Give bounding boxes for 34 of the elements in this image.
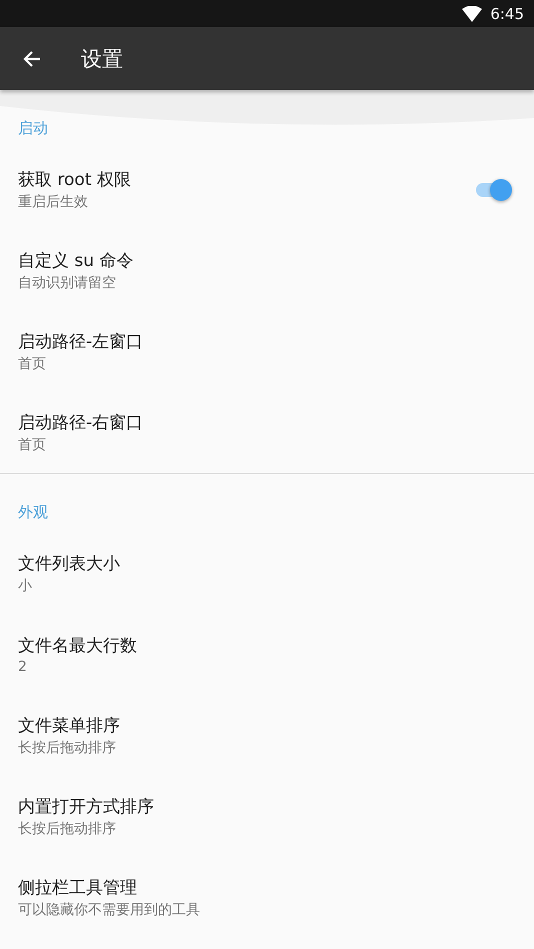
settings-item[interactable]: 内置打开方式排序 长按后拖动排序 xyxy=(0,776,534,857)
toolbar-title: 设置 xyxy=(81,46,123,72)
item-title: 启动路径-左窗口 xyxy=(18,331,144,353)
item-subtitle: 2 xyxy=(18,659,27,675)
section-header: 启动 xyxy=(18,119,48,137)
toggle-switch[interactable] xyxy=(476,176,514,202)
item-subtitle: 自动识别请留空 xyxy=(18,274,116,292)
item-title: 文件名最大行数 xyxy=(18,635,137,657)
item-title: 文件列表大小 xyxy=(18,553,120,575)
item-title: 启动路径-右窗口 xyxy=(18,412,144,434)
item-subtitle: 首页 xyxy=(18,355,46,373)
settings-item[interactable]: 文件菜单排序 长按后拖动排序 xyxy=(0,695,534,776)
settings-item[interactable]: 启动路径-左窗口 首页 xyxy=(0,311,534,392)
item-subtitle: 首页 xyxy=(18,436,46,454)
settings-item[interactable]: 文件名最大行数 2 xyxy=(0,614,534,695)
item-subtitle: 长按后拖动排序 xyxy=(18,820,116,838)
item-title: 自定义 su 命令 xyxy=(18,250,134,272)
back-arrow-icon xyxy=(23,50,41,68)
status-time: 6:45 xyxy=(490,4,524,22)
item-subtitle: 小 xyxy=(18,577,32,595)
settings-item[interactable]: 获取 root 权限 重启后生效 xyxy=(0,149,534,230)
wifi-icon xyxy=(462,6,482,22)
settings-item[interactable]: 侧拉栏工具管理 可以隐藏你不需要用到的工具 xyxy=(0,857,534,938)
settings-item[interactable]: 启动路径-右窗口 首页 xyxy=(0,392,534,473)
item-title: 文件菜单排序 xyxy=(18,715,120,737)
settings-item[interactable]: 自定义 su 命令 自动识别请留空 xyxy=(0,230,534,311)
section-header: 外观 xyxy=(18,503,48,521)
item-title: 获取 root 权限 xyxy=(18,169,131,191)
settings-item[interactable]: 文件列表大小 小 xyxy=(0,533,534,614)
item-title: 内置打开方式排序 xyxy=(18,796,154,818)
item-subtitle: 重启后生效 xyxy=(18,193,88,211)
item-subtitle: 长按后拖动排序 xyxy=(18,739,116,757)
item-title: 侧拉栏工具管理 xyxy=(18,877,137,899)
item-subtitle: 可以隐藏你不需要用到的工具 xyxy=(18,901,200,919)
